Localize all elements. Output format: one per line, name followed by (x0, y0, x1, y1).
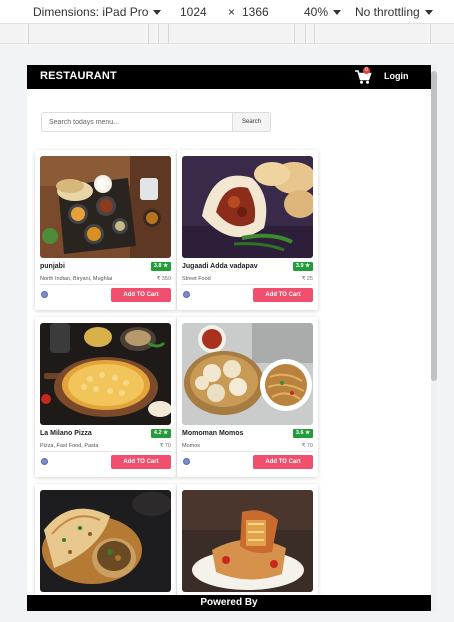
food-image[interactable] (182, 323, 313, 425)
price-text: ₹ 350 (156, 276, 171, 282)
pizza-image (40, 323, 171, 425)
add-to-cart-button[interactable]: Add TO Cart (253, 288, 313, 302)
menu-card: Jugaadi Adda vadapav 3.9 ★ Street Food ₹… (177, 150, 318, 310)
height-input[interactable]: 1366 (242, 5, 269, 19)
food-image[interactable] (40, 490, 171, 592)
wrap-image (182, 490, 313, 592)
price-text: ₹ 70 (159, 443, 171, 449)
add-to-cart-button[interactable]: Add TO Cart (111, 288, 171, 302)
veg-indicator-icon (41, 291, 48, 298)
divider (182, 451, 313, 452)
media-query-ruler (0, 24, 454, 44)
menu-card: punjabi 3.8 ★ North Indian, Biryani, Mug… (35, 150, 176, 310)
add-to-cart-button[interactable]: Add TO Cart (111, 455, 171, 469)
divider (182, 284, 313, 285)
restaurant-name: punjabi (40, 263, 65, 270)
scrollbar[interactable] (431, 65, 437, 611)
divider (40, 284, 171, 285)
food-image[interactable] (182, 156, 313, 258)
width-input[interactable]: 1024 (180, 5, 207, 19)
zoom-label: 40% (304, 5, 329, 19)
cuisine-text: Pizza, Fast Food, Pasta (40, 443, 99, 449)
menu-card: La Milano Pizza 4.2 ★ Pizza, Fast Food, … (35, 317, 176, 477)
restaurant-name: Jugaadi Adda vadapav (182, 263, 258, 270)
search-input[interactable] (41, 112, 233, 132)
menu-card (35, 484, 176, 611)
footer: Powered By (27, 595, 431, 611)
cuisine-text: Momos (182, 443, 201, 449)
zoom-select[interactable]: 40% (304, 5, 342, 19)
menu-card (177, 484, 318, 611)
device-select[interactable]: Dimensions: iPad Pro (33, 5, 162, 19)
food-image[interactable] (182, 490, 313, 592)
punjabi-thali-image (40, 156, 171, 258)
divider (40, 451, 171, 452)
veg-indicator-icon (41, 458, 48, 465)
times-icon: × (228, 5, 236, 19)
devtools-toolbar: Dimensions: iPad Pro 1024 × 1366 40% No … (0, 0, 454, 24)
price-text: ₹ 25 (301, 276, 313, 282)
brand-logo[interactable]: RESTAURANT (40, 70, 117, 82)
device-viewport: RESTAURANT 0 Login Search todays menu...… (27, 65, 431, 611)
login-link[interactable]: Login (384, 71, 409, 81)
rating-badge: 3.6 ★ (292, 429, 313, 438)
cuisine-text: North Indian, Biryani, Mughlai (40, 276, 113, 282)
veg-indicator-icon (183, 458, 190, 465)
search-bar: Search (41, 112, 271, 132)
vadapav-image (182, 156, 313, 258)
chevron-down-icon (153, 10, 162, 16)
momos-image (182, 323, 313, 425)
navbar: RESTAURANT 0 Login (27, 65, 431, 89)
naan-curry-image (40, 490, 171, 592)
throttling-select[interactable]: No throttling (355, 5, 433, 19)
menu-card: Momoman Momos 3.6 ★ Momos ₹ 70 Add TO Ca… (177, 317, 318, 477)
food-image[interactable] (40, 323, 171, 425)
add-to-cart-button[interactable]: Add TO Cart (253, 455, 313, 469)
rating-badge: 4.2 ★ (150, 429, 171, 438)
restaurant-name: Momoman Momos (182, 430, 244, 437)
chevron-down-icon (424, 10, 433, 16)
veg-indicator-icon (183, 291, 190, 298)
chevron-down-icon (333, 10, 342, 16)
throttling-label: No throttling (355, 5, 420, 19)
price-text: ₹ 70 (301, 443, 313, 449)
restaurant-name: La Milano Pizza (40, 430, 92, 437)
cart-count-badge: 0 (363, 67, 370, 74)
rating-badge: 3.8 ★ (150, 262, 171, 271)
cuisine-text: Street Food (182, 276, 211, 282)
food-image[interactable] (40, 156, 171, 258)
device-label: Dimensions: iPad Pro (33, 5, 149, 19)
scrollbar-thumb[interactable] (431, 71, 437, 381)
search-button[interactable]: Search (232, 112, 271, 132)
rating-badge: 3.9 ★ (292, 262, 313, 271)
